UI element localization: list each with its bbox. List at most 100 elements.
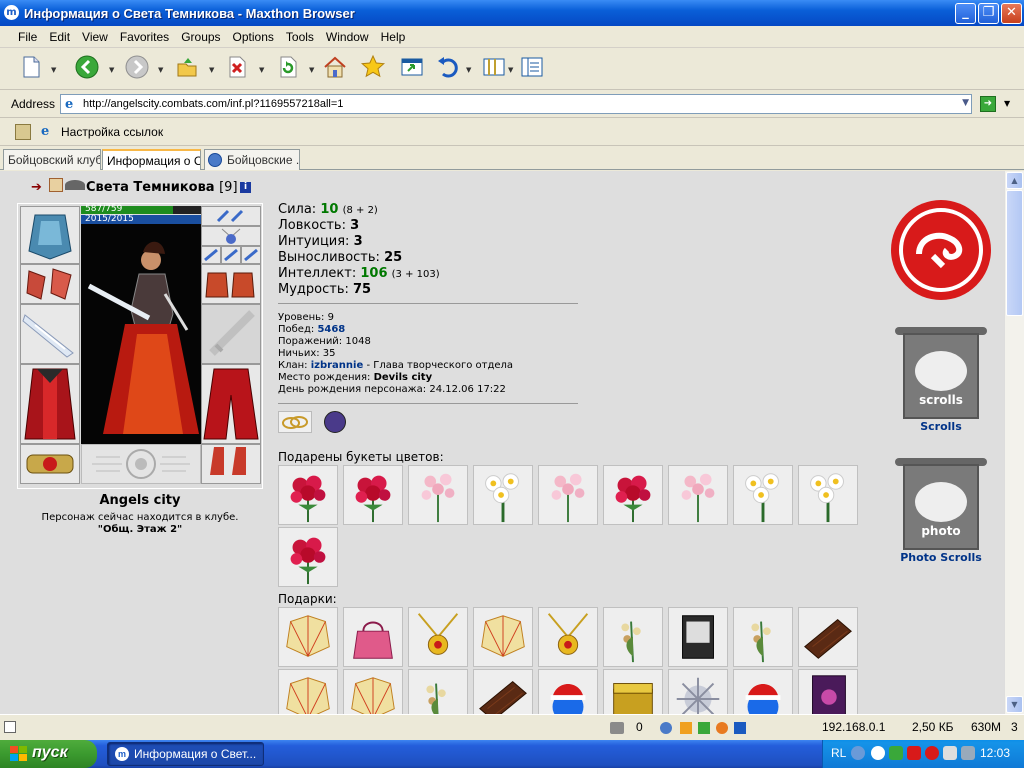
menu-file[interactable]: File xyxy=(12,26,43,44)
links-item-settings[interactable]: Настройка ссылок xyxy=(61,125,163,139)
info-icon[interactable]: i xyxy=(240,182,251,193)
earring-slot[interactable] xyxy=(201,206,261,226)
groups-dropdown-icon[interactable]: ▼ xyxy=(508,66,515,74)
flower-bouquet[interactable] xyxy=(668,465,728,525)
pants-slot[interactable] xyxy=(201,364,261,444)
groups-icon[interactable] xyxy=(481,54,509,82)
minimize-button[interactable]: _ xyxy=(955,3,976,24)
gift-item[interactable] xyxy=(538,607,598,667)
tray-ati-icon[interactable] xyxy=(907,746,921,760)
gift-item[interactable] xyxy=(343,607,403,667)
up-dropdown-icon[interactable]: ▼ xyxy=(209,66,216,74)
flower-bouquet[interactable] xyxy=(538,465,598,525)
language-indicator[interactable]: RL xyxy=(831,746,846,760)
gift-item[interactable] xyxy=(538,669,598,714)
undo-icon[interactable] xyxy=(435,54,463,82)
new-page-icon[interactable] xyxy=(18,54,46,82)
refresh-dropdown-icon[interactable]: ▼ xyxy=(309,66,316,74)
open-window-icon[interactable] xyxy=(399,54,427,82)
close-window-button[interactable]: ✕ xyxy=(1001,3,1022,24)
menu-view[interactable]: View xyxy=(76,26,114,44)
trash-icon[interactable] xyxy=(610,722,624,734)
gift-item[interactable] xyxy=(798,669,858,714)
menu-edit[interactable]: Edit xyxy=(43,26,76,44)
new-dropdown-icon[interactable]: ▼ xyxy=(51,66,58,74)
ring-slot-2[interactable] xyxy=(221,246,241,264)
menu-favorites[interactable]: Favorites xyxy=(114,26,175,44)
go-dropdown-icon[interactable]: ▼ xyxy=(1004,99,1010,108)
status-icon-4[interactable] xyxy=(716,722,728,734)
status-icon-2[interactable] xyxy=(680,722,692,734)
gloves-slot[interactable] xyxy=(201,264,261,304)
menu-help[interactable]: Help xyxy=(375,26,412,44)
refresh-icon[interactable] xyxy=(275,54,303,82)
back-dropdown-icon[interactable]: ▼ xyxy=(109,66,116,74)
photo-scrolls-banner[interactable]: photo xyxy=(891,456,991,550)
taskbar-item-maxthon[interactable]: m Информация о Свет... xyxy=(107,742,264,766)
scroll-up-button[interactable]: ▲ xyxy=(1006,172,1023,189)
gift-item[interactable] xyxy=(408,607,468,667)
address-url[interactable]: http://angelscity.combats.com/inf.pl?116… xyxy=(83,98,343,110)
shield-slot[interactable] xyxy=(201,304,261,364)
network-icon[interactable] xyxy=(961,746,975,760)
home-icon[interactable] xyxy=(322,54,350,82)
forward-dropdown-icon[interactable]: ▼ xyxy=(158,66,165,74)
gift-item[interactable] xyxy=(603,607,663,667)
status-icon-5[interactable] xyxy=(734,722,746,734)
gift-item[interactable] xyxy=(798,607,858,667)
vertical-scrollbar[interactable]: ▲ ▼ xyxy=(1004,171,1024,714)
restore-button[interactable]: ❐ xyxy=(978,3,999,24)
flower-bouquet[interactable] xyxy=(278,527,338,587)
tab-character-info[interactable]: Информация о С... xyxy=(102,149,201,170)
angels-city-logo[interactable] xyxy=(891,200,991,300)
flower-bouquet[interactable] xyxy=(278,465,338,525)
weapon-slot[interactable] xyxy=(20,304,80,364)
gift-item[interactable] xyxy=(473,669,533,714)
gift-item[interactable] xyxy=(278,669,338,714)
scroll-down-button[interactable]: ▼ xyxy=(1006,696,1023,713)
scrolls-banner[interactable]: scrolls xyxy=(891,325,991,419)
arrow-icon[interactable]: ➔ xyxy=(31,180,42,195)
back-icon[interactable] xyxy=(74,54,102,82)
gift-item[interactable] xyxy=(668,669,728,714)
gift-item[interactable] xyxy=(733,669,793,714)
forward-icon[interactable] xyxy=(124,54,152,82)
tab-fight-club[interactable]: Бойцовский клуб xyxy=(3,149,101,170)
gift-item[interactable] xyxy=(473,607,533,667)
maxthon-app-icon[interactable]: m xyxy=(4,5,19,20)
ring-slot-1[interactable] xyxy=(201,246,221,264)
up-folder-icon[interactable] xyxy=(174,54,202,82)
flower-bouquet[interactable] xyxy=(408,465,468,525)
menu-options[interactable]: Options xyxy=(227,26,280,44)
clan-link[interactable]: izbrannie xyxy=(311,360,364,371)
gift-item[interactable] xyxy=(733,607,793,667)
menu-tools[interactable]: Tools xyxy=(280,26,320,44)
flower-bouquet[interactable] xyxy=(343,465,403,525)
gift-item[interactable] xyxy=(603,669,663,714)
address-dropdown-icon[interactable]: ▼ xyxy=(962,98,969,108)
amulet-slot[interactable] xyxy=(201,226,261,246)
tray-maxthon-icon[interactable] xyxy=(871,746,885,760)
flower-bouquet[interactable] xyxy=(733,465,793,525)
gift-item[interactable] xyxy=(668,607,728,667)
status-icon-1[interactable] xyxy=(660,722,672,734)
stop-icon[interactable] xyxy=(224,54,252,82)
status-icon-3[interactable] xyxy=(698,722,710,734)
scrolls-link[interactable]: Scrolls xyxy=(891,420,991,433)
address-input[interactable]: e http://angelscity.combats.com/inf.pl?1… xyxy=(60,94,972,114)
sidebar-icon[interactable] xyxy=(519,54,547,82)
bracer-slot[interactable] xyxy=(20,264,80,304)
menu-window[interactable]: Window xyxy=(320,26,375,44)
scroll-thumb[interactable] xyxy=(1006,190,1023,316)
armor-slot[interactable] xyxy=(20,364,80,444)
start-button[interactable]: пуск xyxy=(0,740,97,768)
favorites-star-icon[interactable] xyxy=(360,54,388,82)
window-titlebar[interactable]: m Информация о Света Темникова - Maxthon… xyxy=(0,0,1024,26)
tray-icon-green[interactable] xyxy=(889,746,903,760)
tray-antivirus-icon[interactable] xyxy=(925,746,939,760)
flower-bouquet[interactable] xyxy=(603,465,663,525)
links-folder-icon[interactable] xyxy=(15,124,31,140)
rings-badge-icon[interactable] xyxy=(278,411,312,433)
tray-back-icon[interactable] xyxy=(851,746,865,760)
belt-slot[interactable] xyxy=(20,444,80,484)
